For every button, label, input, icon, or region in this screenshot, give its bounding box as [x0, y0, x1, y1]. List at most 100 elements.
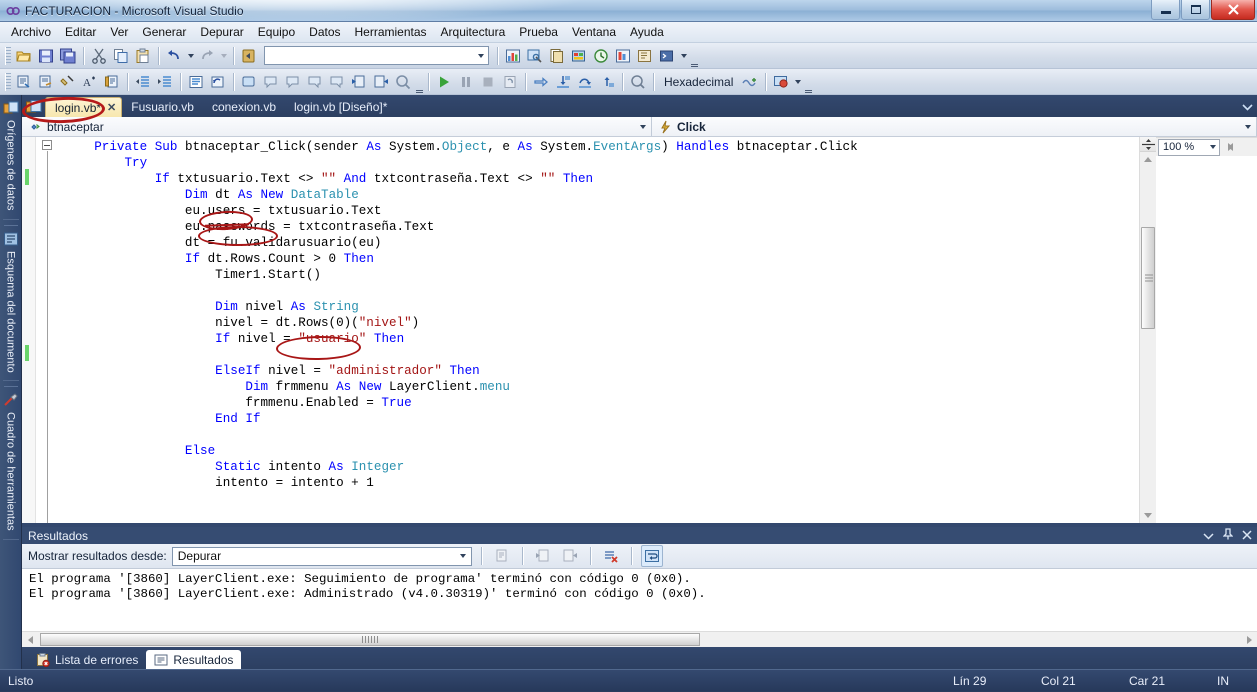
- step-over-icon[interactable]: [574, 71, 596, 93]
- editor-vertical-scrollbar[interactable]: [1139, 137, 1156, 523]
- rail-item-cuadro-de-herramientas[interactable]: Cuadro de herramientas: [2, 389, 19, 540]
- pin-icon[interactable]: [1222, 528, 1234, 543]
- navigate-backward-icon[interactable]: [238, 45, 260, 67]
- class-navigation-combo[interactable]: btnaceptar: [22, 117, 652, 136]
- open-folder-icon[interactable]: [13, 45, 35, 67]
- undo-dropdown-icon[interactable]: [185, 45, 196, 67]
- member-navigation-combo[interactable]: Click: [652, 117, 1257, 136]
- class-combo-arrow-icon[interactable]: [635, 118, 651, 136]
- menu-ayuda[interactable]: Ayuda: [623, 23, 671, 41]
- tab-close-icon[interactable]: ✕: [107, 101, 116, 114]
- paste-icon[interactable]: [132, 45, 154, 67]
- menu-ventana[interactable]: Ventana: [565, 23, 623, 41]
- editor-scroll-thumb[interactable]: [1141, 227, 1155, 329]
- stop-icon[interactable]: [477, 71, 499, 93]
- pane-tab-lista-de-errores[interactable]: Lista de errores: [28, 650, 146, 669]
- close-button[interactable]: [1211, 0, 1255, 20]
- step-over-all-icon[interactable]: [348, 71, 370, 93]
- go-to-next-icon[interactable]: [559, 545, 581, 567]
- undo-icon[interactable]: [163, 45, 185, 67]
- redo-icon[interactable]: [196, 45, 218, 67]
- show-output-dropdown-icon[interactable]: [792, 71, 803, 93]
- output-scroll-thumb[interactable]: [40, 633, 700, 646]
- properties-window-icon[interactable]: [524, 45, 546, 67]
- start-debug-icon[interactable]: [433, 71, 455, 93]
- output-filter-combo[interactable]: Depurar: [171, 546, 472, 566]
- code-editor[interactable]: Private Sub btnaceptar_Click(sender As S…: [22, 137, 1156, 523]
- class-view-icon[interactable]: [634, 45, 656, 67]
- tab-login-vb[interactable]: login.vb* ✕: [45, 97, 123, 117]
- save-all-icon[interactable]: [57, 45, 79, 67]
- pane-tab-resultados[interactable]: Resultados: [146, 650, 242, 669]
- undo-checkout-icon[interactable]: [207, 71, 229, 93]
- find-message-icon[interactable]: [491, 545, 513, 567]
- toolbar-grip[interactable]: [5, 72, 11, 91]
- callout1-icon[interactable]: [260, 71, 282, 93]
- cut-icon[interactable]: [88, 45, 110, 67]
- menu-arquitectura[interactable]: Arquitectura: [434, 23, 513, 41]
- find-combo[interactable]: [264, 46, 489, 65]
- hexadecimal-label[interactable]: Hexadecimal: [658, 75, 739, 89]
- menu-prueba[interactable]: Prueba: [512, 23, 565, 41]
- menu-depurar[interactable]: Depurar: [193, 23, 250, 41]
- toolbar-overflow-button[interactable]: [803, 71, 813, 93]
- tab-fusuario-vb[interactable]: Fusuario.vb: [122, 97, 203, 117]
- step-into-all-icon[interactable]: [370, 71, 392, 93]
- code-text[interactable]: Private Sub btnaceptar_Click(sender As S…: [58, 137, 1139, 523]
- breakpoints-window-icon[interactable]: [627, 71, 649, 93]
- show-output-icon[interactable]: [770, 71, 792, 93]
- show-next-statement-icon[interactable]: [530, 71, 552, 93]
- menu-datos[interactable]: Datos: [302, 23, 347, 41]
- callout4-icon[interactable]: [326, 71, 348, 93]
- zoom-combo-arrow-icon[interactable]: [1206, 145, 1219, 149]
- redo-dropdown-icon[interactable]: [218, 45, 229, 67]
- callout3-icon[interactable]: [304, 71, 326, 93]
- toggle-wordwrap-icon[interactable]: [640, 545, 663, 567]
- output-scroll-left-button[interactable]: [22, 632, 38, 648]
- toolbar-overflow-button[interactable]: [414, 71, 424, 93]
- command-window-dropdown-icon[interactable]: [678, 45, 689, 67]
- scroll-right-button[interactable]: [1222, 139, 1238, 155]
- menu-archivo[interactable]: Archivo: [4, 23, 58, 41]
- team-explorer-icon[interactable]: [612, 45, 634, 67]
- copy-icon[interactable]: [110, 45, 132, 67]
- pause-icon[interactable]: [455, 71, 477, 93]
- output-horizontal-scrollbar[interactable]: [22, 631, 1257, 647]
- tab-list-dropdown-icon[interactable]: [1242, 100, 1253, 114]
- history-icon[interactable]: [590, 45, 612, 67]
- menu-equipo[interactable]: Equipo: [251, 23, 302, 41]
- step-out-icon[interactable]: [596, 71, 618, 93]
- output-text[interactable]: El programa '[3860] LayerClient.exe: Seg…: [22, 569, 1257, 631]
- output-pane-menu-icon[interactable]: [1203, 529, 1214, 543]
- object-browser-icon[interactable]: [546, 45, 568, 67]
- editor-horizontal-scrollbar[interactable]: [1222, 138, 1238, 156]
- font-size-icon[interactable]: A: [79, 71, 101, 93]
- maximize-button[interactable]: [1181, 0, 1210, 20]
- list-members-icon[interactable]: [185, 71, 207, 93]
- menu-herramientas[interactable]: Herramientas: [348, 23, 434, 41]
- member-combo-arrow-icon[interactable]: [1240, 118, 1256, 136]
- breakpoint-icon[interactable]: [238, 71, 260, 93]
- output-filter-arrow-icon[interactable]: [456, 554, 471, 558]
- rail-item-esquema-del-documento[interactable]: Esquema del documento: [2, 228, 19, 382]
- output-pane-close-icon[interactable]: [1242, 529, 1252, 543]
- restart-icon[interactable]: [499, 71, 521, 93]
- outlining-margin[interactable]: [36, 137, 58, 523]
- active-files-icon[interactable]: [26, 99, 42, 115]
- bookmark-icon[interactable]: [57, 71, 79, 93]
- menu-ver[interactable]: Ver: [103, 23, 135, 41]
- collapse-region-icon[interactable]: [42, 140, 52, 150]
- toolbar-overflow-button[interactable]: [689, 45, 699, 67]
- toolbar-grip[interactable]: [5, 46, 11, 65]
- scroll-down-button[interactable]: [1139, 508, 1156, 523]
- toolbox-icon[interactable]: [568, 45, 590, 67]
- increase-indent-icon[interactable]: [154, 71, 176, 93]
- menu-editar[interactable]: Editar: [58, 23, 103, 41]
- watch-icon[interactable]: [392, 71, 414, 93]
- callout2-icon[interactable]: [282, 71, 304, 93]
- step-into-icon[interactable]: [552, 71, 574, 93]
- command-window-icon[interactable]: [656, 45, 678, 67]
- threads-icon[interactable]: [739, 71, 761, 93]
- save-icon[interactable]: [35, 45, 57, 67]
- output-scroll-right-button[interactable]: [1241, 632, 1257, 648]
